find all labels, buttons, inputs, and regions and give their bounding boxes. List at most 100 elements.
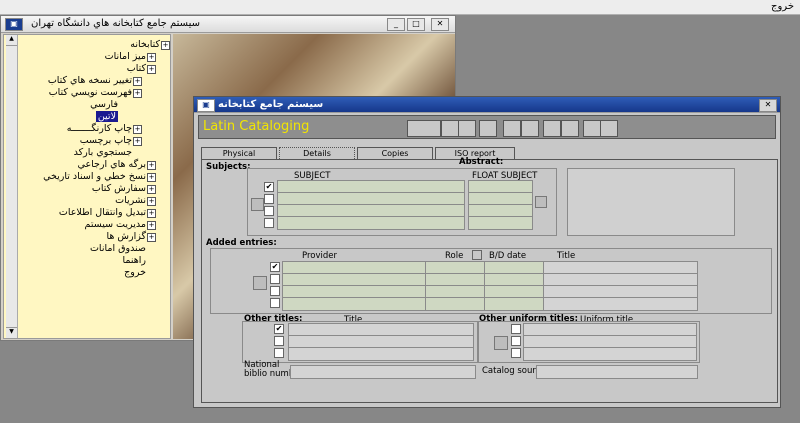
float-subject-field-4[interactable] [468,216,533,230]
role-toggle[interactable] [472,250,482,260]
toolbar-button-1[interactable] [407,120,441,137]
subject-field-4[interactable] [277,216,465,230]
form-title: Latin Cataloging [203,119,310,134]
other-title-checkbox-2[interactable] [274,336,284,346]
subjects-label: Subjects: [206,162,251,172]
title-column-header: Title [557,251,576,261]
other-title-field-3[interactable] [288,347,474,361]
tree-item-book-order[interactable]: سفارش كتاب [92,183,146,194]
subject-checkbox-2[interactable] [264,194,274,204]
national-biblio-number-field[interactable] [290,365,476,379]
added-entry-checkbox-2[interactable] [270,274,280,284]
expand-icon[interactable]: + [161,41,170,50]
tree-item-persian[interactable]: فارسي [90,99,118,110]
added-title-field-4[interactable] [543,297,698,311]
toolbar-button-6[interactable] [521,120,539,137]
added-entries-select-button[interactable] [253,276,267,290]
toolbar-button-9[interactable] [583,120,601,137]
tree-item-exit[interactable]: خروج [124,267,146,278]
tree-item-reference-cards[interactable]: برگه هاي ارجاعي [78,159,146,170]
toolbar-button-7[interactable] [543,120,561,137]
uniform-title-checkbox-3[interactable] [511,348,521,358]
tree-item-barcode-search[interactable]: جستجوي باركد [74,147,132,158]
tree-item-book-cataloging[interactable]: فهرست نويسي كتاب [49,87,132,98]
added-entry-checkbox-4[interactable] [270,298,280,308]
expand-icon[interactable]: + [147,233,156,242]
expand-icon[interactable]: + [133,137,142,146]
tree-item-reports[interactable]: گزارش ها [106,231,146,242]
provider-field-4[interactable] [282,297,426,311]
expand-icon[interactable]: + [147,185,156,194]
scroll-down-icon[interactable]: ▼ [6,327,17,338]
role-column-header: Role [445,251,464,261]
latin-cataloging-window: ▣ سیستم جامع كتابخانه ✕ Latin Cataloging… [193,96,781,408]
toolbar-button-8[interactable] [561,120,579,137]
expand-icon[interactable]: + [133,89,142,98]
tree-item-circulation-box[interactable]: صندوق امانات [90,243,146,254]
uniform-titles-select-button[interactable] [494,336,508,350]
other-title-checkbox-1[interactable]: ✔ [274,324,284,334]
toolbar-button-4[interactable] [479,120,497,137]
tree-item-help[interactable]: راهنما [123,255,147,266]
menu-exit[interactable]: خروج [771,1,794,12]
other-title-checkbox-3[interactable] [274,348,284,358]
catalog-source-field[interactable] [536,365,698,379]
expand-icon[interactable]: + [147,53,156,62]
expand-icon[interactable]: + [133,77,142,86]
cat-window-titlebar: ▣ سیستم جامع كتابخانه ✕ [194,97,780,113]
subject-checkbox-4[interactable] [264,218,274,228]
subjects-select-button[interactable] [251,198,264,211]
toolbar-button-2[interactable] [441,120,459,137]
expand-icon[interactable]: + [147,161,156,170]
expand-icon[interactable]: + [147,197,156,206]
subject-checkbox-1[interactable]: ✔ [264,182,274,192]
uniform-title-checkbox-1[interactable] [511,324,521,334]
expand-icon[interactable]: + [147,221,156,230]
toolbar-button-10[interactable] [600,120,618,137]
float-subject-button[interactable] [535,196,547,208]
provider-column-header: Provider [302,251,337,261]
close-icon[interactable]: ✕ [759,99,777,112]
tree-item-periodicals[interactable]: نشريات [115,195,146,206]
tree-window-titlebar: ▣ _ □ ✕ سیستم جامع کتابخانه هاي دانشگاه … [1,16,455,33]
tree-item-print-card[interactable]: چاپ كارنگـــــــه [67,123,132,134]
tree-scrollbar[interactable]: ▲ ▼ [6,35,18,338]
expand-icon[interactable]: + [147,209,156,218]
subject-checkbox-3[interactable] [264,206,274,216]
tree-item-book-copies[interactable]: تغيير نسخه هاي كتاب [48,75,132,86]
expand-icon[interactable]: + [133,125,142,134]
tree-window-title: سیستم جامع کتابخانه هاي دانشگاه تهران [31,18,200,29]
abstract-label: Abstract: [459,157,504,167]
expand-icon[interactable]: + [147,65,156,74]
tree-item-circulation-desk[interactable]: ميز امانات [105,51,146,62]
added-entry-checkbox-3[interactable] [270,286,280,296]
role-field-4[interactable] [425,297,485,311]
tree-item-data-transfer[interactable]: تبديل وانتقال اطلاعات [59,207,146,218]
added-entry-checkbox-1[interactable]: ✔ [270,262,280,272]
tree-item-system-management[interactable]: مديريت سيستم [85,219,146,230]
uniform-title-checkbox-2[interactable] [511,336,521,346]
tree-item-latin[interactable]: لاتين [95,111,118,122]
close-icon[interactable]: ✕ [431,18,449,31]
added-entries-label: Added entries: [206,238,277,248]
tree-item-manuscripts[interactable]: نسخ خطي و اسناد تاريخي [43,171,146,182]
tree-item-book[interactable]: كتاب [127,63,146,74]
form-header: Latin Cataloging [198,115,776,139]
abstract-field[interactable] [567,168,735,236]
uniform-title-field-3[interactable] [523,347,697,361]
app-menubar: خروج [0,0,800,15]
toolbar-button-3[interactable] [458,120,476,137]
expand-icon[interactable]: + [147,173,156,182]
toolbar-button-5[interactable] [503,120,521,137]
cat-window-title: سیستم جامع كتابخانه [218,99,324,110]
minimize-icon[interactable]: _ [387,18,405,31]
maximize-icon[interactable]: □ [407,18,425,31]
bd-date-column-header: B/D date [489,251,527,261]
details-description-panel: Subjects: Abstract: SUBJECT FLOAT SUBJEC… [201,157,778,403]
tree-item-print-label[interactable]: چاپ برچسب [80,135,132,146]
menu-tree: ▲ ▼ + كتابخانه + ميز امانات + كتاب + تغيير نسخه… [3,34,171,339]
scroll-up-icon[interactable]: ▲ [6,35,17,46]
tree-item-library[interactable]: كتابخانه [130,39,160,50]
bd-date-field-4[interactable] [484,297,544,311]
app-icon: ▣ [197,99,215,112]
